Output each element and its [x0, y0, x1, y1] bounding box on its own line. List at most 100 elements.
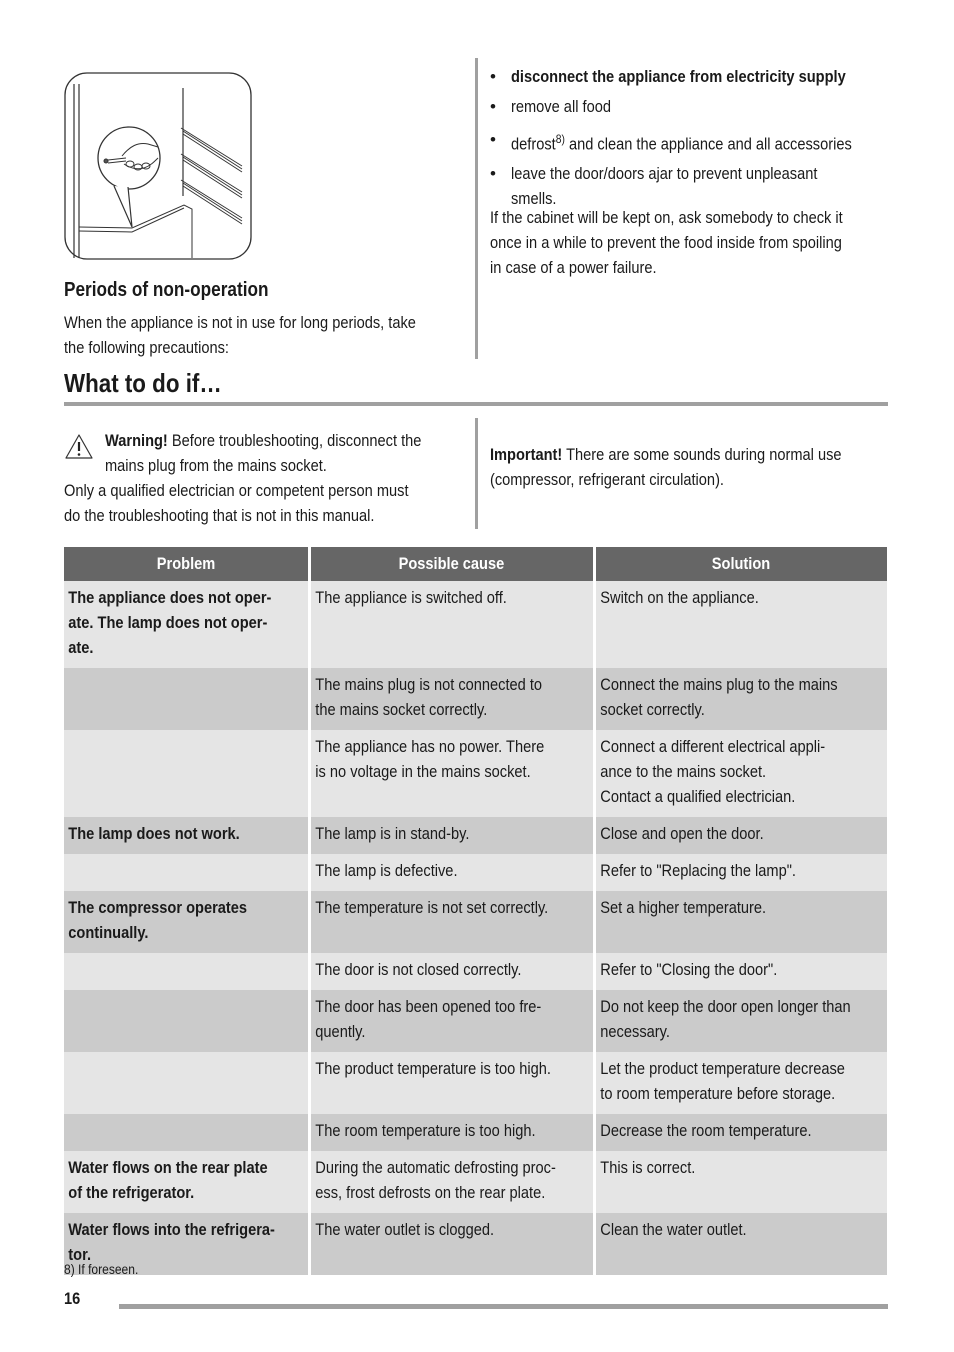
- cell-text: Water flows on the rear plate of the refr…: [64, 1151, 311, 1213]
- footnote: 8) If foreseen.: [64, 1261, 139, 1277]
- table-body: The appliance does not oper-ate. The lam…: [64, 581, 887, 1275]
- bullet-text: leave the door/doors ajar to prevent unp…: [511, 161, 852, 211]
- note-line: If the cabinet will be kept on, ask some…: [490, 208, 843, 227]
- table-row: The room temperature is too high. Decreas…: [64, 1114, 887, 1151]
- cell-text: The room temperature is too high.: [311, 1114, 597, 1151]
- cell-line: During the automatic defrosting proc-: [314, 1158, 556, 1177]
- bullet-line: leave the door/doors ajar to prevent unp…: [511, 163, 818, 183]
- cell-cause: The water outlet is clogged.: [307, 1213, 597, 1275]
- cell-text: [64, 990, 311, 1002]
- footnote-reference: 8): [555, 132, 565, 146]
- cell-text: Refer to "Closing the door".: [596, 953, 891, 990]
- list-item: • defrost8) and clean the appliance and …: [490, 127, 907, 157]
- cell-line: The appliance has no power. There: [314, 737, 544, 756]
- cell-line: The door is not closed correctly.: [314, 960, 521, 979]
- cell-text: [64, 854, 311, 866]
- cabinet-kept-on-note: If the cabinet will be kept on, ask some…: [490, 205, 843, 280]
- cell-problem: The lamp does not work.: [64, 817, 309, 854]
- bullet-icon: •: [490, 130, 496, 149]
- cell-line: continually.: [68, 923, 149, 942]
- cell-problem: [64, 730, 309, 817]
- table-row: The appliance has no power. There is no v…: [64, 730, 887, 817]
- important-line: Important! There are some sounds during …: [490, 442, 842, 467]
- cell-text: The compressor operates continually.: [64, 891, 311, 953]
- cell-line: Do not keep the door open longer than: [599, 997, 851, 1016]
- cell-solution: Close and open the door.: [592, 817, 887, 854]
- bullet-icon: •: [490, 67, 496, 86]
- cell-problem: [64, 854, 309, 891]
- bullet-text: disconnect the appliance from electricit…: [511, 67, 846, 86]
- warning-triangle-icon: [64, 433, 94, 461]
- cell-cause: The door has been opened too fre-quently…: [307, 990, 597, 1052]
- cell-text: [64, 953, 311, 965]
- table-row: Water flows on the rear plate of the refr…: [64, 1151, 887, 1213]
- warning-text: Warning! Before troubleshooting, disconn…: [105, 428, 421, 478]
- cell-cause: The door is not closed correctly.: [307, 953, 594, 990]
- table-row: The mains plug is not connected to the ma…: [64, 668, 887, 730]
- cell-line: Close and open the door.: [599, 824, 764, 843]
- table-row: The door has been opened too fre-quently…: [64, 990, 887, 1052]
- footer-rule: [119, 1304, 888, 1309]
- cell-cause: The room temperature is too high.: [307, 1114, 597, 1151]
- cell-line: The lamp does not work.: [68, 824, 240, 843]
- column-header-cause: Possible cause: [307, 547, 594, 581]
- column-divider: [475, 58, 478, 359]
- cell-line: Clean the water outlet.: [599, 1220, 747, 1239]
- cell-line: The water outlet is clogged.: [314, 1220, 494, 1239]
- table-row: The lamp does not work. The lamp is in st…: [64, 817, 887, 854]
- cell-text: The door has been opened too fre-quently…: [311, 990, 597, 1052]
- cell-line: The lamp is defective.: [314, 861, 458, 880]
- cell-problem: [64, 668, 309, 730]
- note-line: do the troubleshooting that is not in th…: [64, 506, 375, 525]
- troubleshooting-table: Problem Possible cause Solution The appl…: [64, 547, 887, 1275]
- cell-line: Let the product temperature decrease: [599, 1059, 845, 1078]
- cell-text: Do not keep the door open longer than nec…: [596, 990, 891, 1052]
- important-line: (compressor, refrigerant circulation).: [490, 470, 725, 489]
- cell-line: Contact a qualified electrician.: [599, 787, 795, 806]
- cell-text: Refer to "Replacing the lamp".: [596, 854, 891, 891]
- cell-text: Decrease the room temperature.: [596, 1114, 891, 1151]
- cell-line: necessary.: [599, 1022, 670, 1041]
- cell-solution: Connect the mains plug to the mains socke…: [592, 668, 887, 730]
- cell-cause: During the automatic defrosting proc-ess…: [307, 1151, 594, 1213]
- bullet-icon: •: [490, 163, 496, 183]
- cell-problem: [64, 1114, 309, 1151]
- intro-line: the following precautions:: [64, 338, 229, 357]
- cell-text: Clean the water outlet.: [596, 1213, 891, 1250]
- cell-text: The lamp is defective.: [311, 854, 597, 891]
- cell-text: The mains plug is not connected to the ma…: [311, 668, 597, 730]
- cell-text: Switch on the appliance.: [596, 581, 891, 618]
- cell-text: The water outlet is clogged.: [311, 1213, 597, 1250]
- note-line: Only a qualified electrician or competen…: [64, 481, 409, 500]
- warning-line-text: Before troubleshooting, disconnect the: [167, 431, 422, 450]
- column-header-problem: Problem: [64, 547, 309, 581]
- cell-problem: The compressor operates continually.: [64, 891, 309, 953]
- cell-text: [64, 730, 311, 742]
- cell-line: to room temperature before storage.: [599, 1084, 835, 1103]
- cell-cause: The appliance has no power. There is no v…: [307, 730, 594, 817]
- intro-line: When the appliance is not in use for lon…: [64, 313, 416, 332]
- cell-text: Connect the mains plug to the mains socke…: [596, 668, 891, 730]
- bullet-text-part: defrost: [511, 134, 556, 154]
- list-item: • disconnect the appliance from electric…: [490, 64, 907, 89]
- cell-line: the mains socket correctly.: [314, 700, 487, 719]
- column-header-solution: Solution: [592, 547, 887, 581]
- table-row: The door is not closed correctly. Refer t…: [64, 953, 887, 990]
- cell-solution: Switch on the appliance.: [592, 581, 887, 668]
- warning-line: Warning! Before troubleshooting, disconn…: [105, 428, 421, 453]
- cell-solution: Set a higher temperature.: [592, 891, 887, 953]
- cell-line: Connect a different electrical appli-: [599, 737, 825, 756]
- note-line: in case of a power failure.: [490, 258, 657, 277]
- cell-line: of the refrigerator.: [68, 1183, 195, 1202]
- cell-solution: Connect a different electrical appli-anc…: [592, 730, 887, 817]
- hand-adjusting-thermostat-illustration: [64, 72, 252, 260]
- cell-solution: Let the product temperature decrease to r…: [592, 1052, 887, 1114]
- cell-line: Decrease the room temperature.: [599, 1121, 812, 1140]
- heading-rule: [64, 402, 888, 406]
- cell-text: [64, 1114, 311, 1126]
- cell-line: The appliance does not oper-: [68, 588, 272, 607]
- thermostat-illustration: [64, 72, 252, 260]
- table-row: The appliance does not oper-ate. The lam…: [64, 581, 887, 668]
- cell-text: Set a higher temperature.: [596, 891, 891, 928]
- cell-line: This is correct.: [599, 1158, 695, 1177]
